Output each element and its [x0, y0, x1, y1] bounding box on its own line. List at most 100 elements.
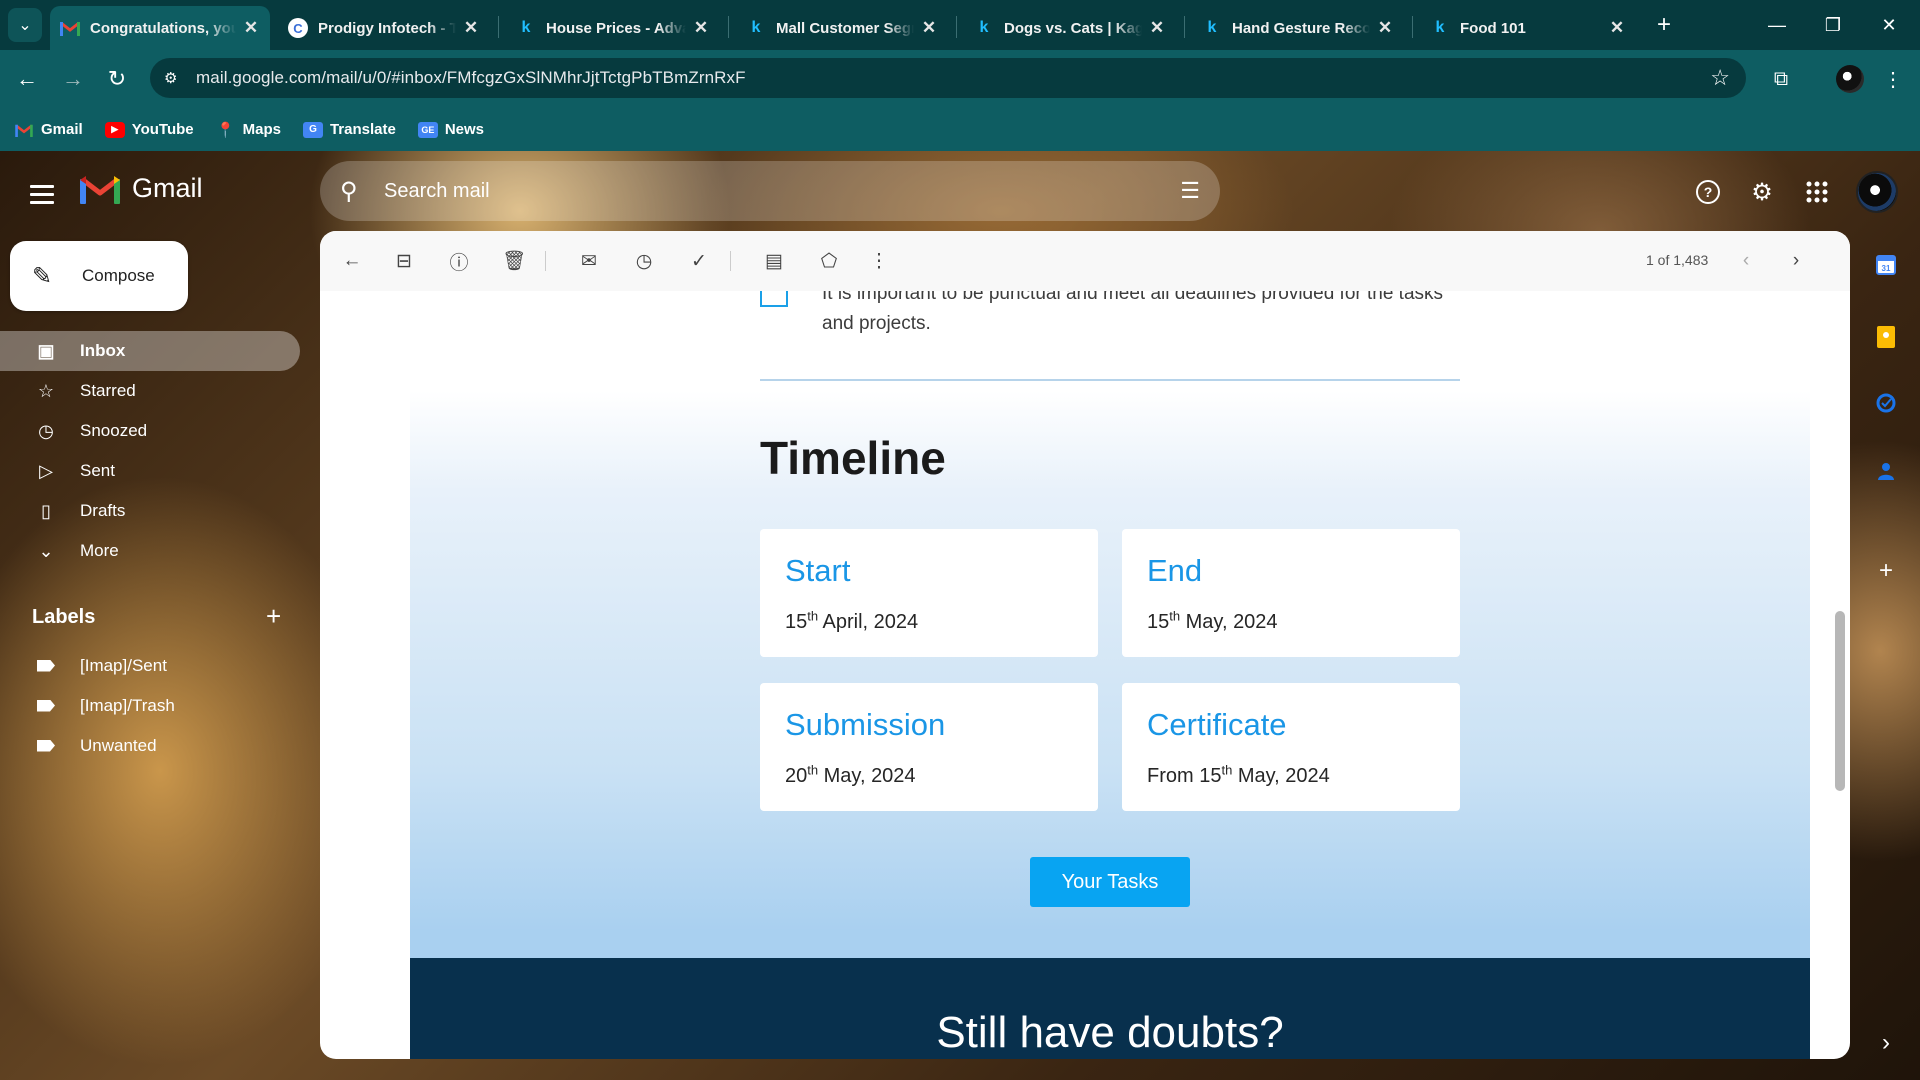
browser-tab[interactable]: Congratulations, you ✕: [50, 6, 270, 50]
gmail-logo[interactable]: Gmail: [80, 173, 203, 204]
browser-menu-button[interactable]: ⋮: [1878, 64, 1908, 94]
email-body: It is important to be punctual and meet …: [410, 291, 1810, 1059]
clock-icon: ◷: [38, 420, 54, 441]
search-icon[interactable]: ⚲: [340, 177, 370, 206]
bookmark-gmail[interactable]: Gmail: [14, 121, 83, 138]
main-menu-button[interactable]: [30, 179, 60, 209]
nav-item-more[interactable]: ⌄ More: [0, 531, 300, 571]
bookmark-translate[interactable]: G Translate: [302, 121, 396, 138]
search-options-icon[interactable]: ☰: [1180, 178, 1200, 204]
gear-icon: ⚙: [1751, 178, 1773, 206]
inbox-icon: ▣: [37, 340, 55, 361]
labels-button[interactable]: ⬠: [815, 247, 843, 275]
tab-title: Mall Customer Segm: [776, 19, 914, 37]
bookmark-youtube[interactable]: ▶ YouTube: [104, 121, 194, 138]
new-tab-button[interactable]: +: [1650, 11, 1678, 39]
tasks-app-button[interactable]: [1870, 387, 1902, 419]
chevron-left-icon: ‹: [1742, 250, 1750, 271]
card-date: 20th May, 2024: [785, 762, 916, 787]
nav-item-sent[interactable]: ▷ Sent: [0, 451, 300, 491]
google-apps-button[interactable]: [1800, 175, 1834, 209]
close-window-button[interactable]: ✕: [1866, 8, 1912, 42]
browser-tab[interactable]: k Hand Gesture Recog ✕: [1192, 6, 1404, 50]
your-tasks-button[interactable]: Your Tasks: [1030, 857, 1190, 907]
newer-button[interactable]: ‹: [1732, 247, 1760, 275]
close-icon[interactable]: ✕: [1608, 18, 1626, 38]
close-icon[interactable]: ✕: [1148, 18, 1166, 38]
url-text[interactable]: mail.google.com/mail/u/0/#inbox/FMfcgzGx…: [196, 68, 746, 88]
compose-button[interactable]: ✎ Compose: [10, 241, 188, 311]
browser-tab[interactable]: k Mall Customer Segm ✕: [736, 6, 948, 50]
label-item[interactable]: [Imap]/Trash: [0, 686, 300, 726]
tab-title: Food 101: [1460, 19, 1526, 37]
create-label-button[interactable]: +: [266, 601, 281, 632]
bookmark-star-icon[interactable]: ☆: [1710, 65, 1730, 91]
label-item[interactable]: [Imap]/Sent: [0, 646, 300, 686]
more-options-button[interactable]: ⋮: [865, 247, 893, 275]
calendar-app-button[interactable]: 31: [1870, 249, 1902, 281]
svg-text:31: 31: [1882, 264, 1891, 273]
settings-button[interactable]: ⚙: [1745, 175, 1779, 209]
show-side-panel-button[interactable]: ›: [1870, 1027, 1902, 1059]
bookmark-maps[interactable]: 📍 Maps: [216, 121, 281, 139]
add-task-button[interactable]: ✓: [685, 247, 713, 275]
close-icon: ✕: [1881, 14, 1897, 35]
minimize-icon: —: [1768, 14, 1786, 35]
site-info-icon[interactable]: ⚙: [164, 69, 184, 87]
card-title: Start: [785, 553, 851, 588]
search-input[interactable]: [384, 179, 1084, 203]
extensions-button[interactable]: ⧉: [1766, 64, 1796, 94]
close-icon[interactable]: ✕: [920, 18, 938, 38]
label-icon: [34, 656, 58, 677]
delete-button[interactable]: 🗑: [500, 247, 528, 275]
bookmark-news[interactable]: GE News: [417, 121, 484, 138]
hamburger-line: [30, 192, 54, 196]
back-button[interactable]: ←: [12, 64, 42, 94]
snooze-button[interactable]: ◷: [630, 247, 658, 275]
close-icon[interactable]: ✕: [1376, 18, 1394, 38]
close-icon[interactable]: ✕: [462, 18, 480, 38]
keep-app-button[interactable]: [1870, 321, 1902, 353]
scrollbar-thumb[interactable]: [1835, 611, 1845, 791]
support-button[interactable]: ?: [1691, 175, 1725, 209]
tab-divider: [498, 16, 499, 38]
nav-item-snoozed[interactable]: ◷ Snoozed: [0, 411, 300, 451]
bookmark-label: YouTube: [131, 121, 194, 138]
close-icon[interactable]: ✕: [692, 18, 710, 38]
forward-button[interactable]: →: [58, 64, 88, 94]
tab-divider: [1412, 16, 1413, 38]
nav-item-drafts[interactable]: ▯ Drafts: [0, 491, 300, 531]
browser-tab[interactable]: k Food 101 ✕: [1420, 6, 1636, 50]
get-addons-button[interactable]: +: [1870, 555, 1902, 587]
timeline-card-submission: Submission 20th May, 2024: [760, 683, 1098, 811]
browser-profile-avatar[interactable]: [1836, 65, 1864, 93]
browser-tab[interactable]: k Dogs vs. Cats | Kagg ✕: [964, 6, 1176, 50]
search-bar[interactable]: ⚲ ☰: [320, 161, 1220, 221]
archive-button[interactable]: ⊟: [390, 247, 418, 275]
browser-tab[interactable]: k House Prices - Advar ✕: [506, 6, 720, 50]
tab-divider: [956, 16, 957, 38]
browser-tab[interactable]: C Prodigy Infotech - Ta ✕: [278, 6, 490, 50]
label-item[interactable]: Unwanted: [0, 726, 300, 766]
puzzle-icon: ⧉: [1773, 67, 1789, 90]
tab-search-button[interactable]: ⌄: [8, 8, 42, 42]
archive-icon: ⊟: [396, 250, 412, 272]
back-to-inbox-button[interactable]: ←: [338, 247, 366, 275]
mark-unread-button[interactable]: ✉: [575, 247, 603, 275]
contacts-app-button[interactable]: [1870, 455, 1902, 487]
address-bar[interactable]: ⚙ mail.google.com/mail/u/0/#inbox/FMfcgz…: [150, 58, 1746, 98]
minimize-button[interactable]: —: [1754, 8, 1800, 42]
report-spam-button[interactable]: ⓘ: [445, 247, 473, 275]
chevron-down-icon: ⌄: [38, 540, 54, 561]
gmail-wordmark: Gmail: [132, 173, 203, 203]
nav-item-starred[interactable]: ☆ Starred: [0, 371, 300, 411]
reload-button[interactable]: ↻: [102, 64, 132, 94]
close-icon[interactable]: ✕: [242, 18, 260, 38]
move-to-button[interactable]: ▤: [760, 247, 788, 275]
timeline-heading: Timeline: [760, 432, 946, 484]
restore-button[interactable]: ❐: [1810, 8, 1856, 42]
account-avatar[interactable]: [1856, 171, 1898, 213]
nav-item-inbox[interactable]: ▣ Inbox: [0, 331, 300, 371]
more-vert-icon: ⋮: [869, 250, 889, 272]
older-button[interactable]: ›: [1782, 247, 1810, 275]
